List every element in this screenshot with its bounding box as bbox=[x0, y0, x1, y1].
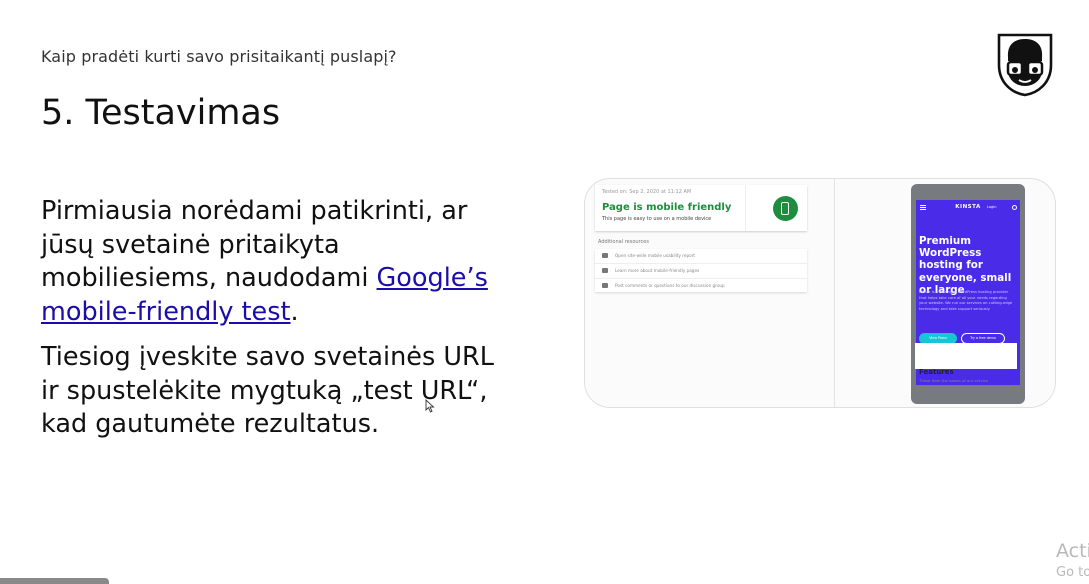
resource-item: Learn more about mobile-friendly pages bbox=[595, 264, 807, 279]
body-text: Pirmiausia norėdami patikrinti, ar jūsų … bbox=[41, 195, 511, 454]
paragraph-instructions: Tiesiog įveskite savo svetainės URL ir s… bbox=[41, 342, 494, 439]
login-link: Login bbox=[987, 205, 997, 209]
panel-divider bbox=[834, 179, 835, 407]
result-description: This page is easy to use on a mobile dev… bbox=[602, 216, 712, 222]
result-title: Page is mobile friendly bbox=[602, 202, 732, 213]
mobile-friendly-test-screenshot: Tested on: Sep 2, 2020 at 11:12 AM Page … bbox=[584, 178, 1056, 408]
learn-icon bbox=[602, 268, 608, 273]
resource-label: Post comments or questions to our discus… bbox=[615, 283, 725, 288]
activation-watermark-subtitle: Go to bbox=[1056, 565, 1089, 580]
mouse-cursor-icon bbox=[425, 399, 435, 413]
intro-period: . bbox=[290, 296, 299, 327]
nerd-face-logo-icon bbox=[997, 33, 1053, 97]
taskbar-edge bbox=[0, 578, 109, 584]
result-card: Tested on: Sep 2, 2020 at 11:12 AM Page … bbox=[595, 185, 807, 231]
phone-topbar: KINSTA Login bbox=[916, 200, 1020, 214]
slide-subtitle: Kaip pradėti kurti savo prisitaikantį pu… bbox=[41, 47, 397, 66]
paragraph-intro: Pirmiausia norėdami patikrinti, ar jūsų … bbox=[41, 195, 511, 329]
phone-hero-heading: Premium WordPress hosting for everyone, … bbox=[919, 235, 1012, 296]
slide-title: 5. Testavimas bbox=[41, 93, 281, 133]
phone-preview: KINSTA Login Premium WordPress hosting f… bbox=[911, 184, 1025, 404]
phone-hero-paragraph: Kinsta is a managed WordPress hosting pr… bbox=[919, 290, 1013, 311]
tested-on-text: Tested on: Sep 2, 2020 at 11:12 AM bbox=[602, 189, 692, 195]
card-divider bbox=[745, 185, 746, 231]
resources-list: Open site-wide mobile usability report L… bbox=[595, 249, 807, 292]
features-heading: Features bbox=[919, 368, 954, 376]
resource-label: Open site-wide mobile usability report bbox=[615, 253, 696, 258]
features-panel bbox=[915, 343, 1017, 369]
resource-label: Learn more about mobile-friendly pages bbox=[615, 268, 700, 273]
activation-watermark-title: Acti bbox=[1056, 540, 1089, 562]
search-icon bbox=[1012, 205, 1017, 210]
features-subtext: These from the basics of our service bbox=[919, 378, 989, 383]
resource-item: Open site-wide mobile usability report bbox=[595, 249, 807, 264]
mobile-phone-icon bbox=[773, 196, 798, 221]
kinsta-brand: KINSTA bbox=[955, 204, 981, 210]
resource-item: Post comments or questions to our discus… bbox=[595, 279, 807, 293]
additional-resources-heading: Additional resources bbox=[598, 239, 649, 245]
forum-icon bbox=[602, 283, 608, 288]
report-icon bbox=[602, 253, 608, 258]
